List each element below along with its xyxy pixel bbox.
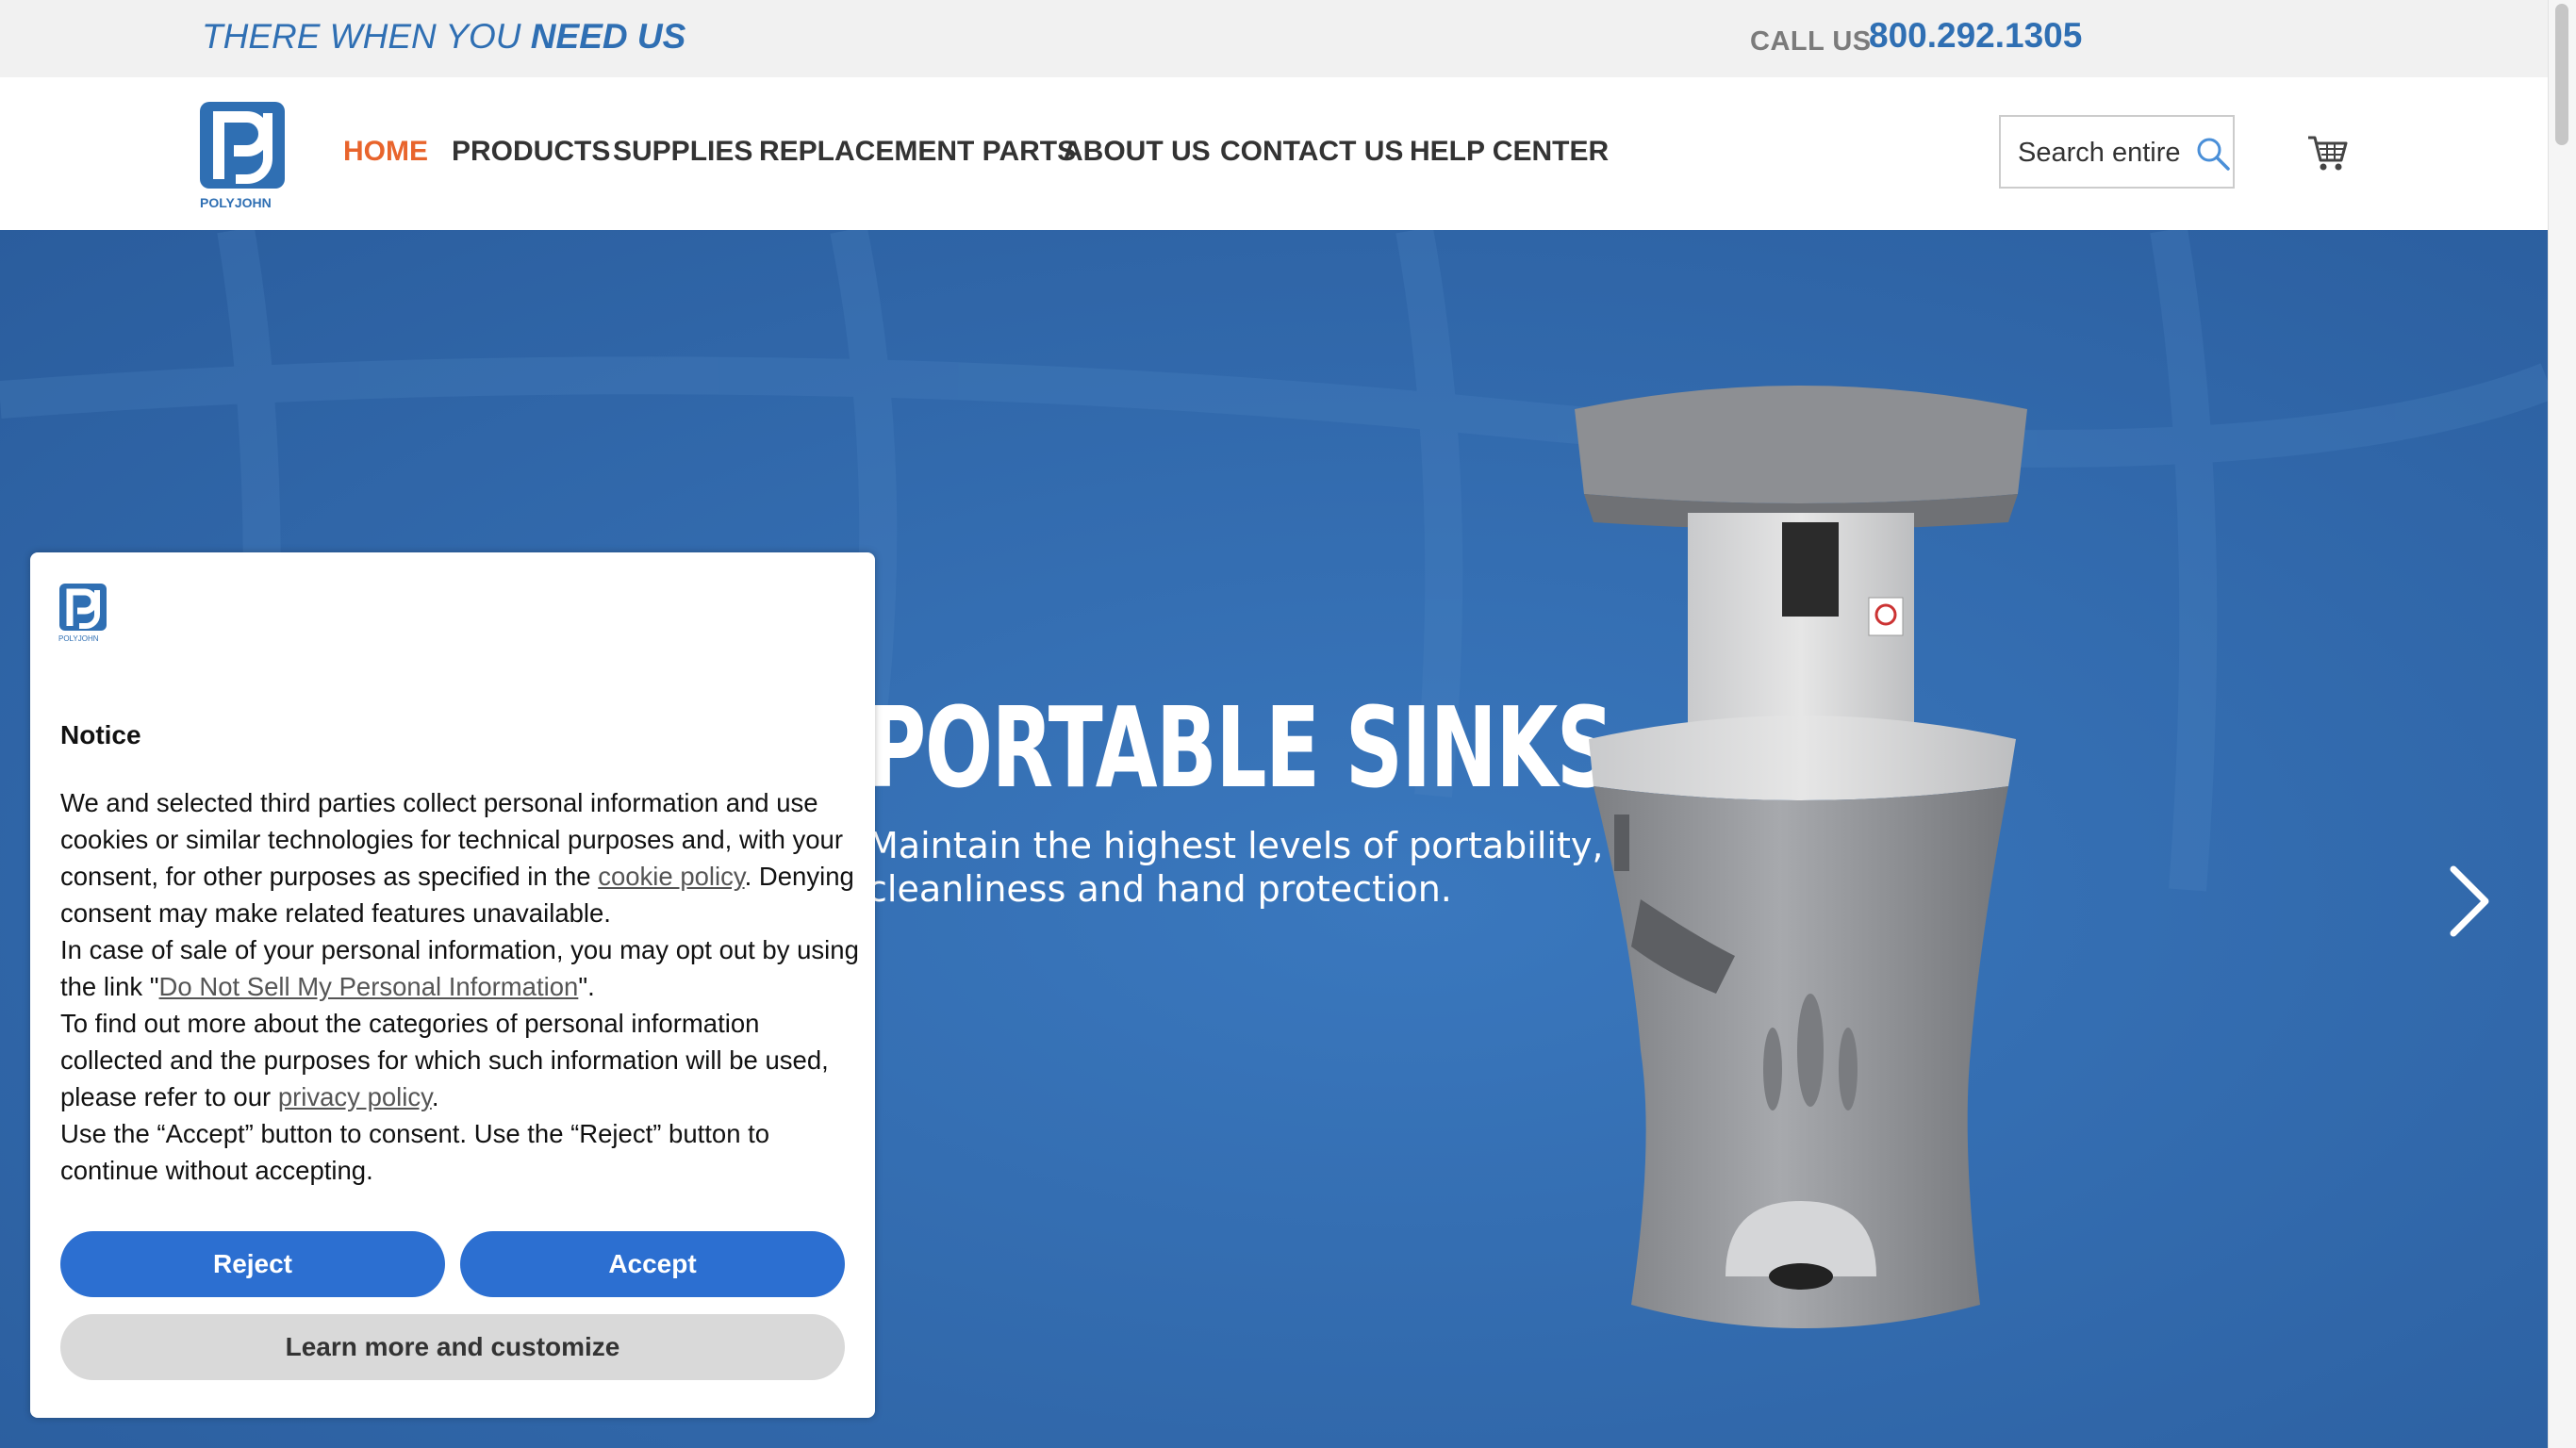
- hero-subtitle-line1: Maintain the highest levels of portabili…: [867, 825, 1604, 866]
- do-not-sell-link[interactable]: Do Not Sell My Personal Information: [159, 972, 579, 1001]
- nav-replacement-parts[interactable]: REPLACEMENT PARTS: [759, 136, 1076, 168]
- nav-products[interactable]: PRODUCTS: [452, 136, 610, 168]
- nav-about-us[interactable]: ABOUT US: [1063, 136, 1211, 168]
- cookie-paragraph-4: Use the “Accept” button to consent. Use …: [60, 1119, 770, 1185]
- learn-more-customize-button[interactable]: Learn more and customize: [60, 1314, 845, 1380]
- tagline: THERE WHEN YOU NEED US: [202, 17, 685, 57]
- accept-button[interactable]: Accept: [460, 1231, 845, 1297]
- cookie-logo-wordmark: POLYJOHN: [58, 634, 99, 643]
- nav-contact-us[interactable]: CONTACT US: [1220, 136, 1403, 168]
- hero-subtitle-line2: cleanliness and hand protection.: [867, 868, 1452, 910]
- hero-title: PORTABLE SINKS: [867, 683, 1614, 813]
- cookie-policy-link[interactable]: cookie policy: [598, 862, 744, 891]
- portable-sink-image: [1575, 386, 2027, 1328]
- top-bar: THERE WHEN YOU NEED US CALL US 800.292.1…: [0, 0, 2576, 77]
- search-box: [1999, 115, 2235, 189]
- search-icon[interactable]: [2195, 136, 2231, 172]
- nav-help-center[interactable]: HELP CENTER: [1410, 136, 1609, 168]
- tagline-part2: NEED US: [530, 17, 686, 56]
- nav-supplies[interactable]: SUPPLIES: [613, 136, 752, 168]
- polyjohn-logo[interactable]: POLYJOHN: [198, 100, 290, 211]
- cookie-notice-body: We and selected third parties collect pe…: [60, 784, 862, 1189]
- cookie-dialog-logo: POLYJOHN: [58, 584, 107, 643]
- cart-icon[interactable]: [2306, 132, 2348, 173]
- cookie-p3-end: .: [431, 1082, 439, 1111]
- phone-link[interactable]: 800.292.1305: [1869, 16, 2082, 56]
- cookie-p2-end: ".: [578, 972, 595, 1001]
- nav-home[interactable]: HOME: [343, 136, 428, 168]
- search-input[interactable]: [2018, 132, 2186, 173]
- page-scrollbar[interactable]: [2548, 0, 2576, 1448]
- logo-wordmark: POLYJOHN: [200, 195, 272, 210]
- tagline-part1: THERE WHEN YOU: [202, 17, 531, 56]
- chevron-right-icon[interactable]: [2448, 864, 2491, 939]
- site-header: POLYJOHN HOME PRODUCTS SUPPLIES REPLACEM…: [0, 77, 2576, 230]
- hero-subtitle: Maintain the highest levels of portabili…: [867, 824, 1603, 911]
- privacy-policy-link[interactable]: privacy policy: [278, 1082, 432, 1111]
- cookie-consent-dialog: POLYJOHN Notice We and selected third pa…: [30, 552, 875, 1418]
- reject-button[interactable]: Reject: [60, 1231, 445, 1297]
- cookie-paragraph-3: To find out more about the categories of…: [60, 1005, 862, 1115]
- cookie-paragraph-1: We and selected third parties collect pe…: [60, 784, 862, 931]
- cookie-p3-text: To find out more about the categories of…: [60, 1009, 829, 1111]
- cookie-paragraph-2: In case of sale of your personal informa…: [60, 931, 862, 1005]
- call-us-label: CALL US: [1750, 26, 1872, 57]
- cookie-notice-title: Notice: [60, 720, 141, 749]
- scrollbar-thumb[interactable]: [2555, 4, 2568, 145]
